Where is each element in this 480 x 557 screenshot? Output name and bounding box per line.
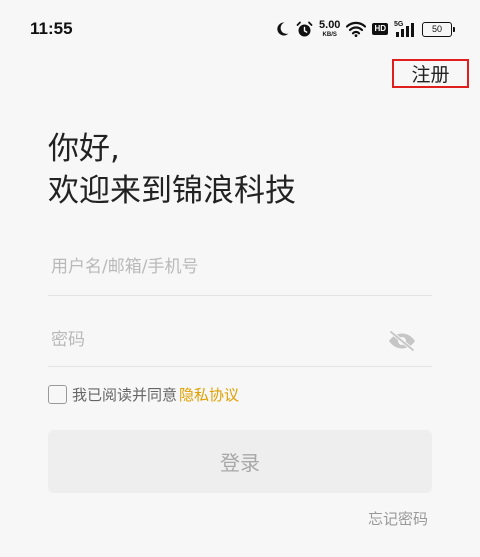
login-screen: 11:55 5.00 KB/S HD 5G 50 注册 你好, 欢迎来到锦浪科技… <box>0 0 480 557</box>
battery-level: 50 <box>431 24 442 34</box>
signal-icon: 5G <box>394 21 416 37</box>
greeting-line-1: 你好, <box>48 131 120 167</box>
password-input[interactable] <box>48 313 378 366</box>
hd-badge: HD <box>372 23 388 35</box>
wifi-icon <box>346 21 367 37</box>
network-speed-value: 5.00 <box>319 19 341 31</box>
status-icons: 5.00 KB/S HD 5G 50 <box>274 18 455 40</box>
agree-checkbox[interactable] <box>48 384 67 404</box>
agree-text: 我已阅读并同意 <box>72 385 178 404</box>
register-label: 注册 <box>411 64 450 86</box>
register-link[interactable]: 注册 <box>392 59 469 88</box>
greeting-line-2: 欢迎来到锦浪科技 <box>48 173 296 209</box>
greeting: 你好, 欢迎来到锦浪科技 <box>48 128 296 212</box>
login-button[interactable]: 登录 <box>48 430 432 493</box>
privacy-policy-link[interactable]: 隐私协议 <box>179 384 239 405</box>
status-bar: 11:55 5.00 KB/S HD 5G 50 <box>0 0 480 58</box>
agreement-row: 我已阅读并同意 隐私协议 <box>48 383 239 405</box>
network-speed: 5.00 KB/S <box>319 19 341 39</box>
status-time: 11:55 <box>30 19 73 38</box>
username-field <box>48 238 432 296</box>
forgot-password-link[interactable]: 忘记密码 <box>368 508 428 529</box>
password-field <box>48 313 432 367</box>
alarm-icon <box>296 21 313 38</box>
battery-icon: 50 <box>422 21 455 37</box>
network-speed-unit: KB/S <box>322 32 337 38</box>
username-input[interactable] <box>48 238 432 295</box>
eye-off-icon[interactable] <box>387 330 417 352</box>
moon-icon <box>274 21 290 37</box>
